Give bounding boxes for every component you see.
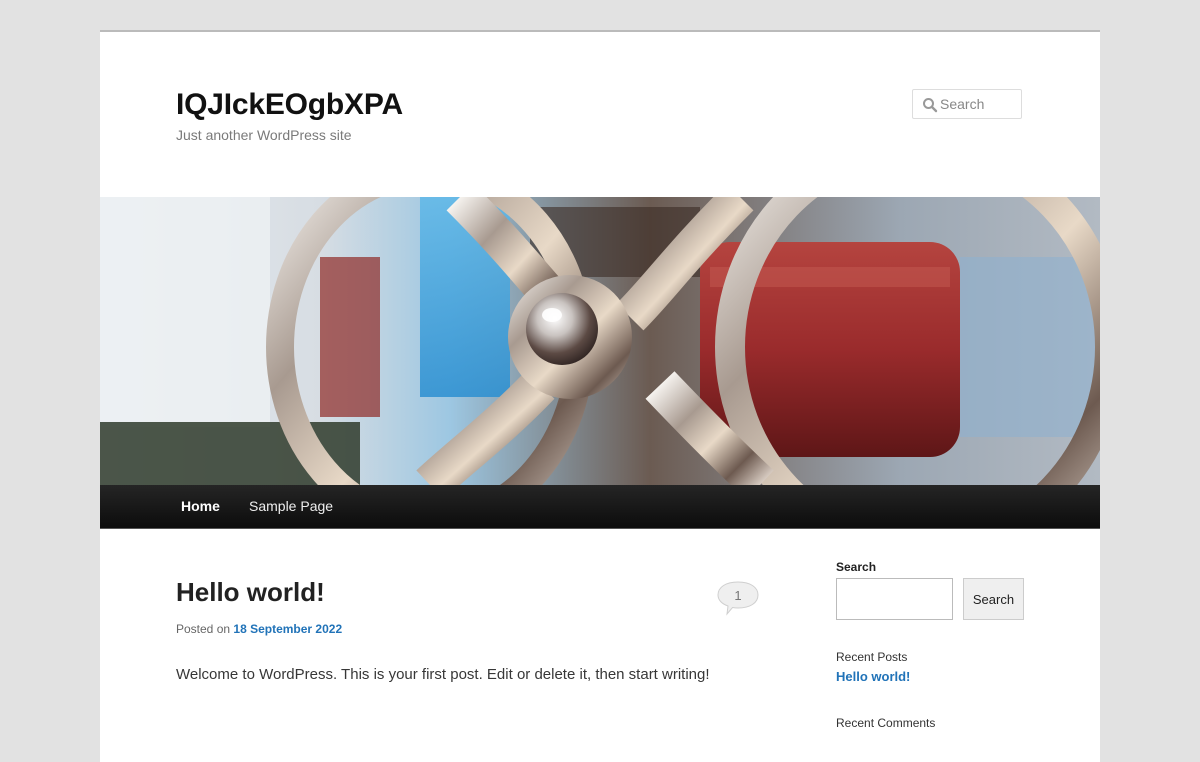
comment-count-bubble[interactable]: 1 bbox=[717, 580, 761, 616]
post-title[interactable]: Hello world! bbox=[176, 577, 325, 608]
nav-item-home[interactable]: Home bbox=[181, 498, 220, 514]
recent-post-link[interactable]: Hello world! bbox=[836, 669, 910, 684]
sidebar-search-button[interactable]: Search bbox=[963, 578, 1024, 620]
sidebar-search-label: Search bbox=[836, 560, 877, 574]
nav-item-sample-page[interactable]: Sample Page bbox=[249, 498, 333, 514]
search-icon bbox=[923, 98, 938, 113]
header-search-box[interactable] bbox=[912, 89, 1022, 119]
site-title[interactable]: IQJIckEOgbXPA bbox=[176, 88, 403, 122]
header-banner-image[interactable] bbox=[100, 197, 1100, 485]
page-container: IQJIckEOgbXPA Just another WordPress sit… bbox=[100, 30, 1100, 762]
sidebar-search-input[interactable] bbox=[836, 578, 953, 620]
post-meta: Posted on 18 September 2022 bbox=[176, 622, 342, 636]
recent-posts-title: Recent Posts bbox=[836, 650, 908, 664]
post-meta-prefix: Posted on bbox=[176, 622, 231, 636]
main-navigation: Home Sample Page bbox=[100, 485, 1100, 529]
site-tagline: Just another WordPress site bbox=[176, 127, 352, 143]
post-content: Welcome to WordPress. This is your first… bbox=[176, 666, 710, 683]
banner-wheel-photo bbox=[100, 197, 1100, 485]
recent-comments-title: Recent Comments bbox=[836, 716, 936, 730]
header-search-input[interactable] bbox=[940, 94, 1018, 114]
post-date-link[interactable]: 18 September 2022 bbox=[233, 622, 342, 636]
comment-count: 1 bbox=[734, 588, 742, 603]
